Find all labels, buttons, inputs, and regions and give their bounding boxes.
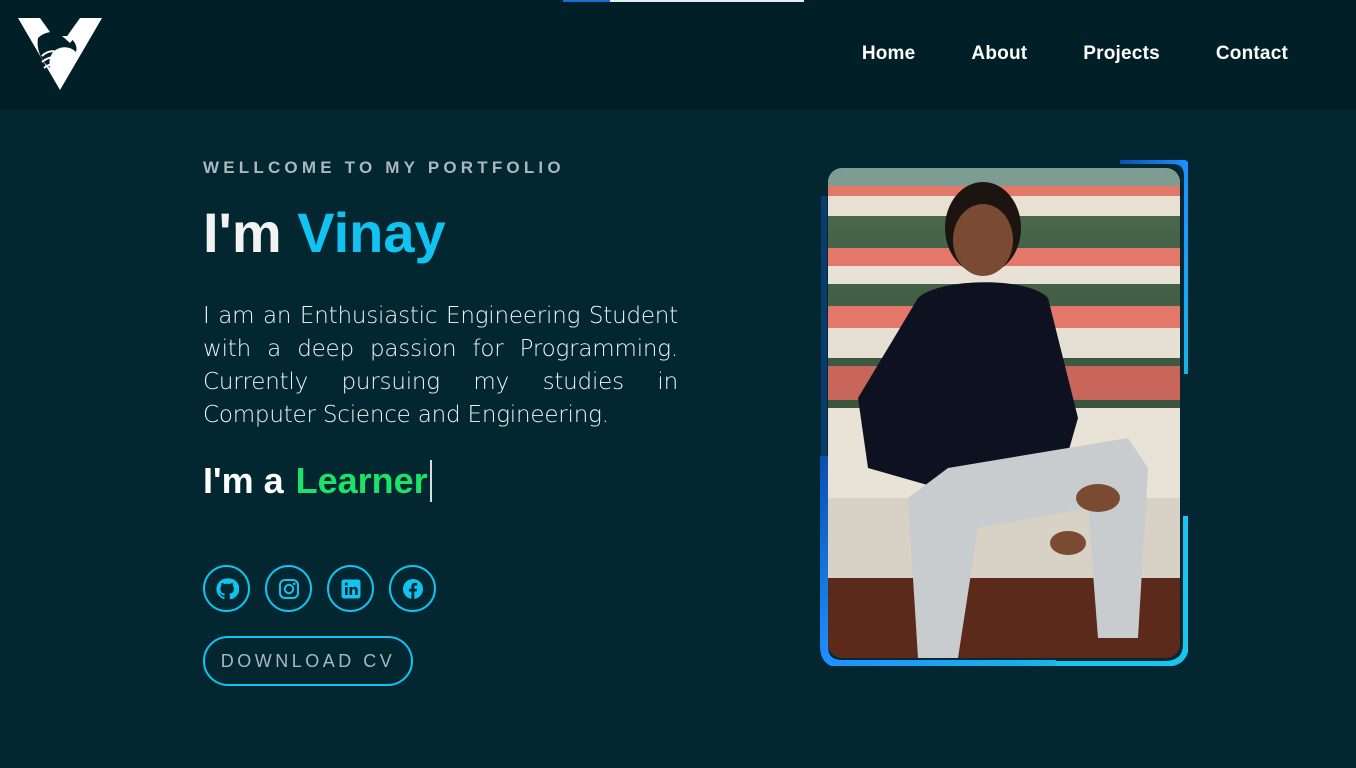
nav-home-link[interactable]: Home — [862, 43, 916, 65]
profile-photo — [828, 168, 1180, 658]
hero-title: I'm Vinay — [203, 202, 683, 264]
nav-contact-link[interactable]: Contact — [1216, 43, 1288, 65]
main-nav: Home About Projects Contact — [862, 43, 1288, 65]
hero-name: Vinay — [297, 201, 446, 264]
hero-title-prefix: I'm — [203, 201, 282, 264]
github-link[interactable] — [203, 565, 250, 612]
facebook-icon — [402, 578, 423, 599]
role-prefix: I'm a — [203, 459, 284, 501]
top-navbar: Home About Projects Contact — [0, 0, 1356, 110]
role-word: Learner — [295, 459, 428, 501]
eagle-v-logo-icon[interactable] — [16, 16, 104, 92]
linkedin-link[interactable] — [327, 565, 374, 612]
facebook-link[interactable] — [389, 565, 436, 612]
download-cv-button[interactable]: DOWNLOAD CV — [203, 636, 413, 686]
instagram-link[interactable] — [265, 565, 312, 612]
github-icon — [215, 577, 239, 599]
hero-section: WELLCOME TO MY PORTFOLIO I'm Vinay I am … — [203, 158, 683, 502]
instagram-icon — [278, 578, 299, 599]
nav-about-link[interactable]: About — [971, 43, 1027, 65]
typing-caret — [429, 459, 432, 502]
typing-role: I'm a Learner — [203, 459, 683, 502]
nav-projects-link[interactable]: Projects — [1083, 43, 1160, 65]
linkedin-icon — [341, 579, 360, 598]
hero-description: I am an Enthusiastic Engineering Student… — [203, 302, 678, 428]
hero-kicker: WELLCOME TO MY PORTFOLIO — [203, 158, 565, 177]
social-links — [203, 565, 436, 612]
scroll-progress-bar — [563, 0, 804, 2]
